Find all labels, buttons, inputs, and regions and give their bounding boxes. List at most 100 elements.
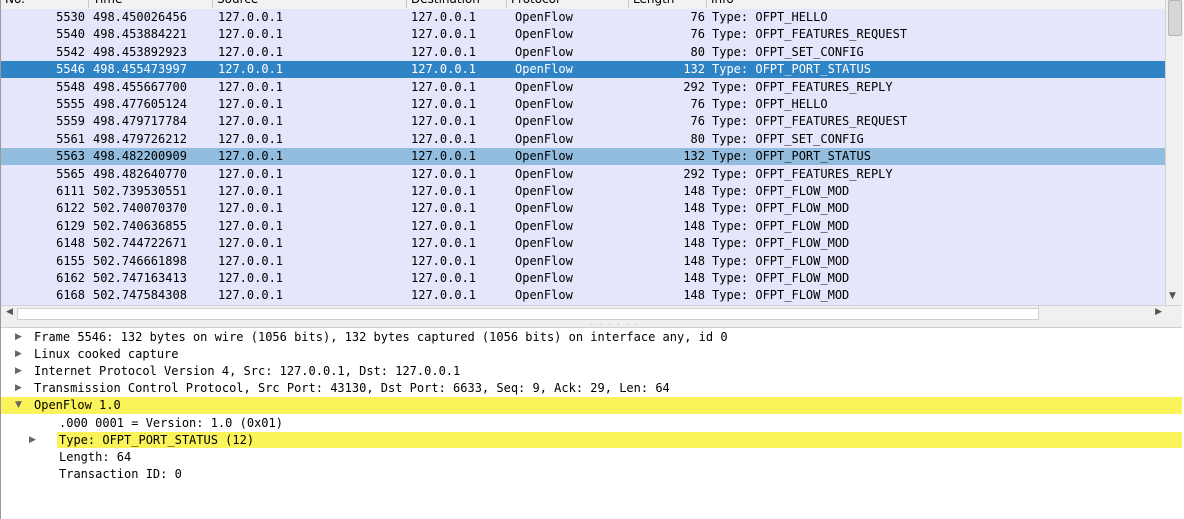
packet-cell-dst: 127.0.0.1 [411,236,477,251]
detail-line-text: Transaction ID: 0 [59,466,182,481]
detail-line[interactable]: Length: 64 [1,449,1182,466]
packet-details-tree[interactable]: ▶ Frame 5546: 132 bytes on wire (1056 bit… [1,328,1182,519]
packet-cell-proto: OpenFlow [515,288,573,303]
packet-cell-time: 502.747163413 [93,271,187,285]
horizontal-scroll-track-end [1038,306,1163,320]
pane-splitter[interactable]: · · · · · · [1,321,1182,328]
packet-row[interactable]: 6111 502.739530551 127.0.0.1 127.0.0.1 OpenF… [1,183,1166,200]
packet-cell-src: 127.0.0.1 [218,166,284,181]
packet-row[interactable]: 5546 498.455473997 127.0.0.1 127.0.0.1 OpenF… [1,61,1166,79]
packet-row[interactable]: 6148 502.744722671 127.0.0.1 127.0.0.1 OpenF… [1,235,1166,253]
packet-cell-len: 76 [690,97,705,111]
packet-cell-proto: OpenFlow [515,236,573,251]
packet-row[interactable]: 5563 498.482200909 127.0.0.1 127.0.0.1 OpenF… [1,148,1166,166]
packet-cell-len: 132 [683,149,705,164]
packet-cell-len: 76 [690,27,705,42]
packet-row[interactable]: 5542 498.453892923 127.0.0.1 127.0.0.1 OpenF… [1,43,1166,61]
packet-row[interactable]: 6155 502.746661898 127.0.0.1 127.0.0.1 OpenF… [1,252,1166,270]
packet-cell-time: 498.477605124 [93,97,187,111]
packet-cell-proto: OpenFlow [515,62,573,77]
packet-cell-src: 127.0.0.1 [218,10,284,24]
packet-row[interactable]: 6162 502.747163413 127.0.0.1 127.0.0.1 OpenF… [1,270,1166,287]
packet-cell-time: 498.453884221 [93,27,187,42]
packet-cell-src: 127.0.0.1 [218,184,284,198]
column-header-protocol[interactable]: Protocol [507,0,629,8]
packet-cell-no: 5561 [56,131,85,146]
packet-cell-len: 148 [683,201,705,216]
detail-line[interactable]: .000 0001 = Version: 1.0 (0x01) [1,415,1182,432]
packet-cell-info: Type: OFPT_FEATURES_REPLY [712,166,893,181]
packet-cell-time: 502.740636855 [93,218,187,233]
packet-row[interactable]: 6129 502.740636855 127.0.0.1 127.0.0.1 OpenF… [1,217,1166,235]
packet-cell-dst: 127.0.0.1 [411,44,477,59]
detail-line[interactable]: ▶ Linux cooked capture [1,346,1182,363]
packet-row[interactable]: 5555 498.477605124 127.0.0.1 127.0.0.1 OpenF… [1,96,1166,113]
splitter-grip-icon: · · · · · · [589,321,640,328]
packet-cell-info: Type: OFPT_FLOW_MOD [712,271,850,285]
packet-cell-dst: 127.0.0.1 [411,166,477,181]
packet-cell-time: 502.746661898 [93,253,187,268]
packet-cell-len: 148 [683,184,705,198]
packet-cell-info: Type: OFPT_FLOW_MOD [712,288,850,303]
arrow-right-icon[interactable]: ▶ [1155,307,1162,317]
packet-row[interactable]: 5548 498.455667700 127.0.0.1 127.0.0.1 OpenF… [1,78,1166,96]
detail-line[interactable]: ▼ OpenFlow 1.0 [1,397,1182,415]
triangle-right-icon[interactable]: ▶ [15,346,22,362]
packet-cell-time: 498.455667700 [93,79,187,94]
packet-cell-len: 76 [690,114,705,129]
packet-cell-len: 80 [690,44,705,59]
column-header-source[interactable]: Source [213,0,407,8]
packet-row[interactable]: 5561 498.479726212 127.0.0.1 127.0.0.1 OpenF… [1,130,1166,148]
packet-list-vertical-scrollbar[interactable]: ▼ [1165,0,1183,305]
column-header-time[interactable]: Time [89,0,213,8]
detail-line-text: OpenFlow 1.0 [34,398,121,413]
packet-row[interactable]: 5559 498.479717784 127.0.0.1 127.0.0.1 OpenF… [1,113,1166,131]
packet-cell-dst: 127.0.0.1 [411,271,477,285]
column-header-length[interactable]: Length [629,0,707,8]
packet-cell-dst: 127.0.0.1 [411,288,477,303]
packet-list[interactable]: No. Time Source Destination Protocol Len… [1,0,1166,305]
detail-line[interactable]: ▶ Frame 5546: 132 bytes on wire (1056 bit… [1,329,1182,346]
arrow-down-icon[interactable]: ▼ [1169,291,1176,301]
packet-cell-src: 127.0.0.1 [218,27,284,42]
detail-line[interactable]: ▶ Type: OFPT_PORT_STATUS (12) [1,431,1182,449]
packet-cell-no: 5565 [56,166,85,181]
packet-cell-proto: OpenFlow [515,271,573,285]
triangle-right-icon[interactable]: ▶ [15,329,22,345]
column-header-no[interactable]: No. [1,0,89,8]
packet-cell-dst: 127.0.0.1 [411,79,477,94]
packet-list-horizontal-scrollbar[interactable]: ◀ ▶ [1,305,1182,322]
triangle-right-icon[interactable]: ▶ [15,363,22,379]
packet-cell-len: 80 [690,131,705,146]
packet-row[interactable]: 5540 498.453884221 127.0.0.1 127.0.0.1 OpenF… [1,26,1166,44]
detail-line[interactable]: ▶ Internet Protocol Version 4, Src: 127.0… [1,363,1182,380]
packet-cell-time: 498.450026456 [93,10,187,24]
packet-cell-len: 132 [683,62,705,77]
horizontal-scroll-thumb[interactable] [17,308,1039,320]
packet-cell-src: 127.0.0.1 [218,288,284,303]
packet-cell-src: 127.0.0.1 [218,44,284,59]
packet-cell-dst: 127.0.0.1 [411,218,477,233]
packet-row[interactable]: 5565 498.482640770 127.0.0.1 127.0.0.1 OpenF… [1,165,1166,183]
packet-cell-no: 6148 [56,236,85,251]
packet-row[interactable]: 6122 502.740070370 127.0.0.1 127.0.0.1 OpenF… [1,200,1166,218]
packet-cell-dst: 127.0.0.1 [411,27,477,42]
vertical-scroll-thumb[interactable] [1168,0,1182,36]
packet-row[interactable]: 6168 502.747584308 127.0.0.1 127.0.0.1 OpenF… [1,287,1166,305]
column-header-destination[interactable]: Destination [407,0,507,8]
column-header-info[interactable]: Info [707,0,1166,8]
packet-cell-no: 5563 [56,149,85,164]
arrow-left-icon[interactable]: ◀ [6,307,13,317]
packet-cell-src: 127.0.0.1 [218,271,284,285]
packet-row[interactable]: 5530 498.450026456 127.0.0.1 127.0.0.1 OpenF… [1,9,1166,26]
packet-cell-proto: OpenFlow [515,184,573,198]
packet-cell-proto: OpenFlow [515,97,573,111]
triangle-right-icon[interactable]: ▶ [29,432,36,448]
triangle-right-icon[interactable]: ▶ [15,380,22,396]
packet-cell-time: 498.453892923 [93,44,187,59]
packet-cell-no: 6155 [56,253,85,268]
detail-line[interactable]: ▶ Transmission Control Protocol, Src Port… [1,380,1182,397]
detail-line[interactable]: Transaction ID: 0 [1,466,1182,483]
detail-line-text: .000 0001 = Version: 1.0 (0x01) [59,415,283,430]
triangle-down-icon[interactable]: ▼ [15,397,22,413]
